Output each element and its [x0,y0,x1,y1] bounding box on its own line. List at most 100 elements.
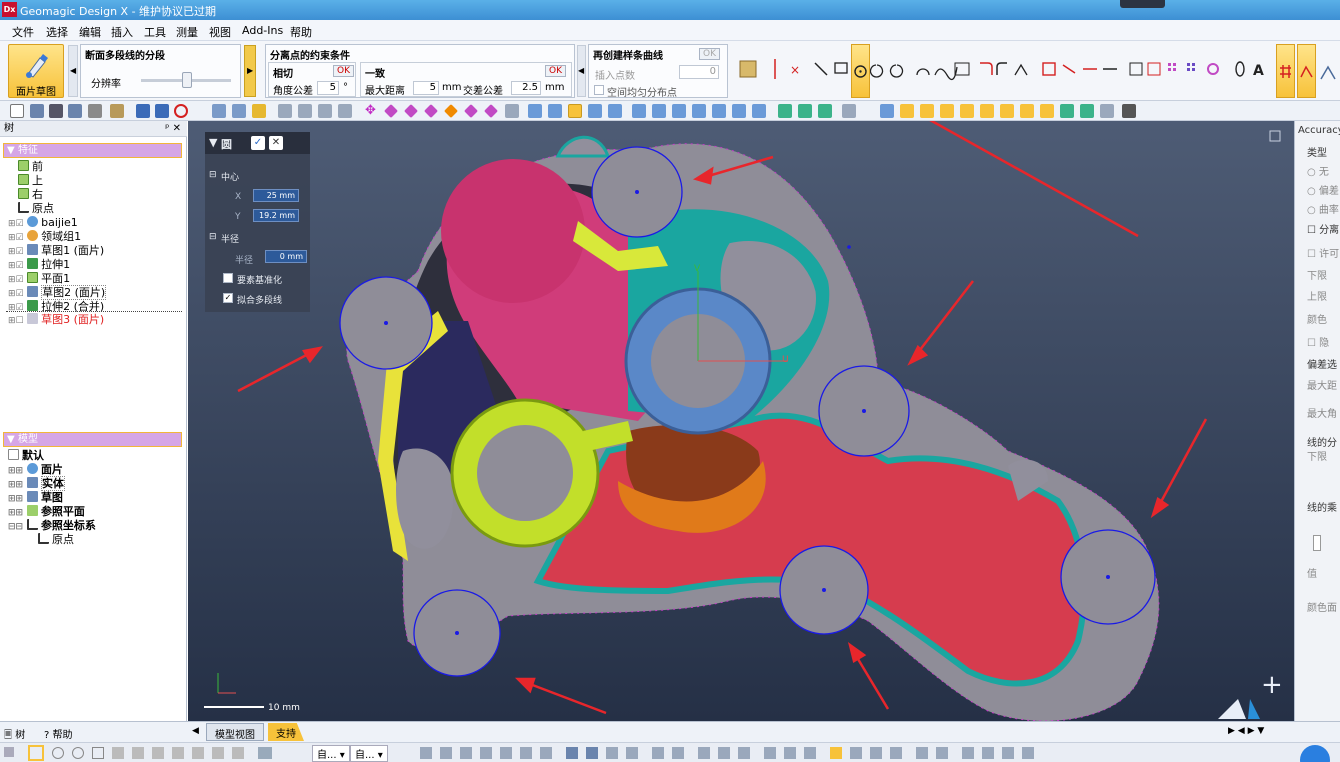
tangent-ok-button[interactable]: OK [333,65,354,77]
arc-icon[interactable] [869,64,884,78]
filter-select-1[interactable]: 自... ▾ [312,745,350,762]
axis-icon[interactable] [842,104,856,118]
tree-node-region-group[interactable]: ⊞☑ 领域组1 [8,230,81,244]
export-icon[interactable] [88,104,102,118]
model-node-mesh[interactable]: ⊞⊞ 面片 [8,463,63,477]
confirm-icon[interactable]: ✓ [251,136,265,150]
display-filter-icon[interactable] [880,104,894,118]
tree-node-baijie1[interactable]: ⊞☑ baijie1 [8,216,78,230]
group-separator-button[interactable]: ▶ [244,45,256,97]
arc2-icon[interactable] [889,64,904,78]
grid-pattern-icon[interactable] [1187,63,1195,71]
pan-icon[interactable] [338,104,352,118]
nav-arrow-icon[interactable] [1218,699,1246,719]
select-rect-icon[interactable] [28,745,44,761]
3d-viewport[interactable]: V U 10 mm + ▼ 圆 ✓ ✕ ⊟ 中心 X 25 mm Y 19.2 … [188,121,1294,721]
chamfer-icon[interactable] [996,62,1007,75]
radius-input[interactable]: 0 mm [265,250,307,263]
point-x-icon[interactable]: × [790,63,800,77]
expand-icon[interactable]: ⊞⊞ [8,494,23,504]
filter-plane-icon[interactable] [1000,104,1014,118]
filter-sketch-icon[interactable] [920,104,934,118]
tree-node-sketch2[interactable]: ⊞☑ 草图2 (面片) [8,285,107,300]
view-custom2-icon[interactable] [712,104,726,118]
view-custom-icon[interactable] [692,104,706,118]
select-face-icon[interactable] [424,104,438,118]
zoom-icon[interactable] [278,104,292,118]
select-edge-icon[interactable] [404,104,418,118]
model-canvas[interactable]: V U 10 mm + [188,121,1294,721]
mesh-fit-icon[interactable] [739,60,757,78]
features-header[interactable]: ▼ 特征 [3,143,182,158]
radio-deviation[interactable]: ○ 偏差 [1307,182,1339,197]
checkbox-icon[interactable]: ⊞☑ [8,233,24,243]
cancel-icon[interactable]: ✕ [269,136,283,150]
checkbox-icon[interactable]: ⊞☑ [8,247,24,257]
model-view-tab[interactable]: 模型视图 [206,723,264,741]
view-bottom-icon[interactable] [632,104,646,118]
filter-line-icon[interactable] [1040,104,1054,118]
support-tab[interactable]: 支持 [268,723,304,741]
model-header[interactable]: ▼ 模型 [3,432,182,447]
rectangle-icon[interactable] [834,62,848,74]
menu-edit[interactable]: 编辑 [79,24,101,40]
checkbox-icon[interactable]: ⊞☑ [8,275,24,285]
tree-node-top[interactable]: 上 [18,174,43,188]
filter-settings-icon[interactable] [1122,104,1136,118]
circular-pattern-icon[interactable] [1207,63,1219,75]
help-tab[interactable]: ? 帮助 [44,726,73,741]
fit-polyline-checkbox[interactable]: ✓ [223,293,233,303]
view-custom3-icon[interactable] [732,104,746,118]
cross-tol-input[interactable]: 2.5 [511,81,541,95]
radio-curvature[interactable]: ○ 曲率 [1307,201,1339,216]
collapse-arrow-icon[interactable]: ▼ [209,136,217,149]
mesh-sketch-button[interactable]: 面片草图 [8,44,64,98]
select-vertex-icon[interactable] [384,104,398,118]
expand-icon[interactable]: ⊟⊟ [8,522,23,532]
filter-surface-icon[interactable] [980,104,994,118]
split-icon[interactable] [1062,64,1076,74]
menu-file[interactable]: 文件 [12,24,34,40]
select-point-icon[interactable]: ✥ [365,104,379,118]
fillet-icon[interactable] [980,62,993,75]
filter-coord-icon[interactable] [1080,104,1094,118]
view-front-icon[interactable] [528,104,542,118]
select-circle-icon[interactable] [52,747,64,759]
radius-expand-icon[interactable]: ⊟ [209,232,217,242]
select-region-icon[interactable] [464,104,478,118]
stop-icon[interactable] [174,104,188,118]
checkbox-icon[interactable]: ⊞☑ [8,219,24,229]
select-vertex-icon[interactable] [212,747,224,759]
ellipse-icon[interactable] [1235,61,1245,77]
y-input[interactable]: 19.2 mm [253,209,299,222]
tree-node-front[interactable]: 前 [18,160,43,174]
filter-body-icon[interactable] [960,104,974,118]
filter-region-icon[interactable] [1060,104,1074,118]
filter-point-icon[interactable] [1020,104,1034,118]
constraint-toggle-button[interactable] [1276,44,1295,98]
filter-curve-icon[interactable] [1100,104,1114,118]
select-mode-icon[interactable] [212,104,226,118]
collapse-left-button[interactable]: ◀ [68,45,78,97]
zoom-plus-icon[interactable]: + [1261,670,1283,700]
highlight-icon[interactable] [252,104,266,118]
prev-tab-arrow[interactable]: ◀ [192,726,199,736]
model-node-sketch[interactable]: ⊞⊞ 草图 [8,491,63,505]
select-lasso-icon[interactable] [72,747,84,759]
insert-pts-input[interactable]: 0 [679,65,719,79]
filter-icon[interactable] [258,747,272,759]
menu-tools[interactable]: 工具 [144,24,166,40]
arc3-icon[interactable] [916,68,930,76]
select-paint-icon[interactable] [132,747,144,759]
print-icon[interactable] [110,104,124,118]
select-extend-icon[interactable] [152,747,164,759]
model-node-default[interactable]: 默认 [8,449,44,463]
checkbox-icon[interactable]: ⊞☑ [8,261,24,271]
new-file-icon[interactable] [10,104,24,118]
expand-icon[interactable]: ⊞⊞ [8,480,23,490]
select-brush-icon[interactable] [112,747,124,759]
radio-none[interactable]: ○ 无 [1307,163,1329,178]
select-body-icon[interactable] [444,104,458,118]
checkbox-icon[interactable]: ⊞☑ [8,289,24,299]
menu-select[interactable]: 选择 [46,24,68,40]
